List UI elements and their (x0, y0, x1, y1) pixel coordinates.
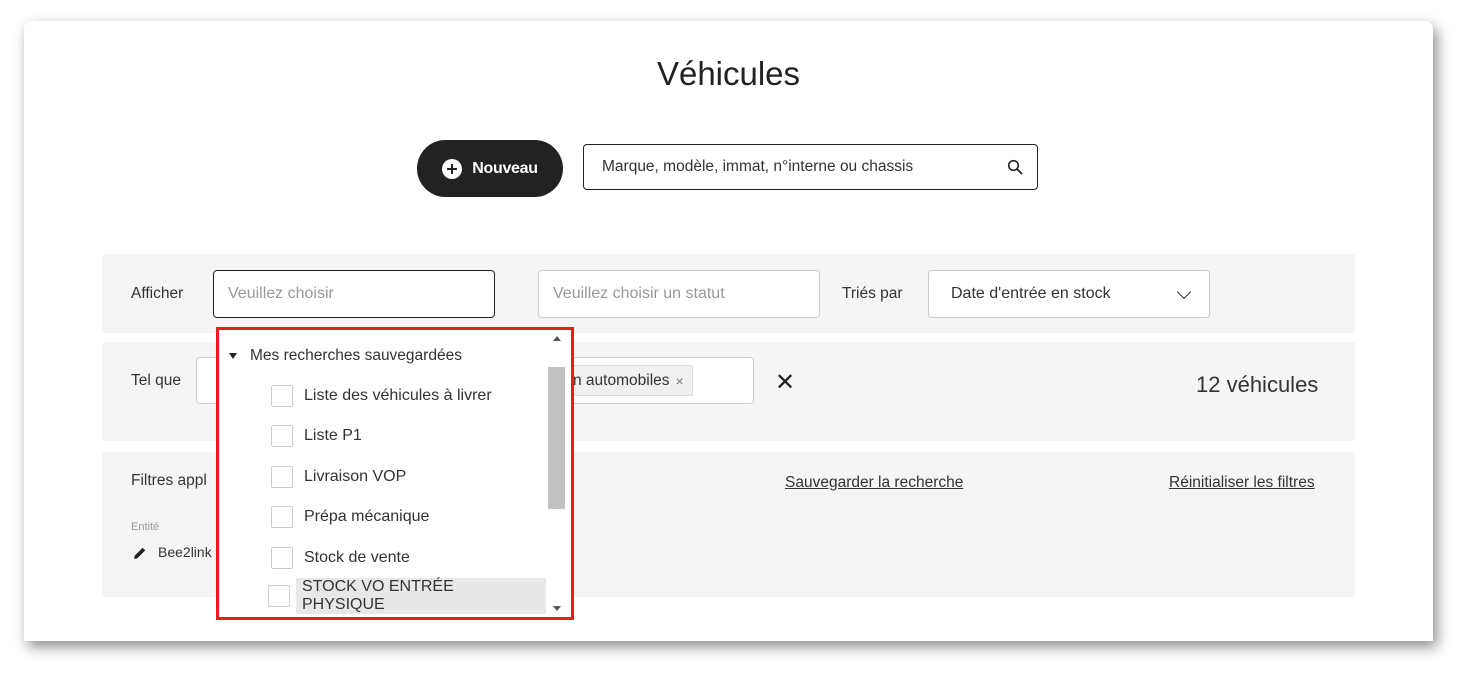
entity-label: Entité (131, 521, 160, 533)
checkbox[interactable] (271, 506, 293, 528)
caret-down-icon (229, 353, 237, 359)
saved-search-item-highlighted[interactable]: STOCK VO ENTRÉE PHYSIQUE (268, 578, 548, 614)
checkbox[interactable] (271, 466, 293, 488)
status-placeholder: Veuillez choisir un statut (553, 285, 725, 302)
saved-search-item[interactable]: Livraison VOP (271, 466, 406, 488)
vehicle-search[interactable] (583, 144, 1038, 190)
scroll-down-icon[interactable] (553, 606, 561, 611)
clear-criteria-icon[interactable]: ✕ (775, 371, 795, 395)
sort-label: Triés par (842, 285, 903, 302)
saved-search-item[interactable]: Stock de vente (271, 547, 410, 569)
show-placeholder: Veuillez choisir (228, 285, 334, 302)
status-select[interactable]: Veuillez choisir un statut (538, 270, 820, 318)
checkbox[interactable] (271, 547, 293, 569)
checkbox[interactable] (271, 425, 293, 447)
checkbox[interactable] (271, 385, 293, 407)
criteria-tag: n automobiles × (562, 365, 693, 396)
save-search-link[interactable]: Sauvegarder la recherche (785, 474, 963, 492)
search-icon[interactable] (1007, 159, 1023, 175)
item-label: STOCK VO ENTRÉE PHYSIQUE (296, 578, 548, 614)
show-select[interactable]: Veuillez choisir (213, 270, 495, 318)
new-vehicle-button[interactable]: Nouveau (417, 140, 563, 197)
tag-remove-icon[interactable]: × (676, 373, 684, 389)
saved-search-item[interactable]: Liste des véhicules à livrer (271, 385, 492, 407)
pencil-icon[interactable] (133, 546, 147, 560)
item-label: Liste P1 (304, 427, 362, 444)
item-label: Livraison VOP (304, 468, 407, 485)
such-as-label: Tel que (131, 372, 181, 389)
sort-select[interactable]: Date d'entrée en stock (928, 270, 1210, 318)
applied-filters-label: Filtres appl (131, 472, 207, 489)
vehicle-count: 12 véhicules (1196, 372, 1319, 397)
checkbox[interactable] (268, 585, 290, 607)
reset-filters-link[interactable]: Réinitialiser les filtres (1169, 474, 1315, 492)
show-label: Afficher (131, 285, 184, 302)
saved-searches-dropdown: Mes recherches sauvegardées Liste des vé… (216, 327, 574, 620)
sort-value: Date d'entrée en stock (951, 285, 1111, 302)
vehicles-card: Véhicules Nouveau Afficher Veuillez choi… (24, 21, 1433, 641)
saved-searches-group[interactable]: Mes recherches sauvegardées (229, 347, 462, 365)
item-label: Stock de vente (304, 549, 410, 566)
page-title: Véhicules (656, 55, 801, 92)
plus-circle-icon (442, 158, 463, 179)
tag-label: n automobiles (573, 371, 670, 389)
saved-search-item[interactable]: Prépa mécanique (271, 506, 429, 528)
new-vehicle-label: Nouveau (472, 159, 538, 177)
chevron-down-icon (1176, 284, 1192, 300)
item-label: Liste des véhicules à livrer (304, 387, 492, 404)
scrollbar-thumb[interactable] (548, 367, 565, 509)
item-label: Prépa mécanique (304, 508, 430, 525)
group-label: Mes recherches sauvegardées (250, 347, 462, 364)
entity-value: Bee2link (158, 544, 212, 560)
scroll-up-icon[interactable] (553, 336, 561, 341)
search-input[interactable] (600, 157, 1007, 177)
saved-search-item[interactable]: Liste P1 (271, 425, 362, 447)
